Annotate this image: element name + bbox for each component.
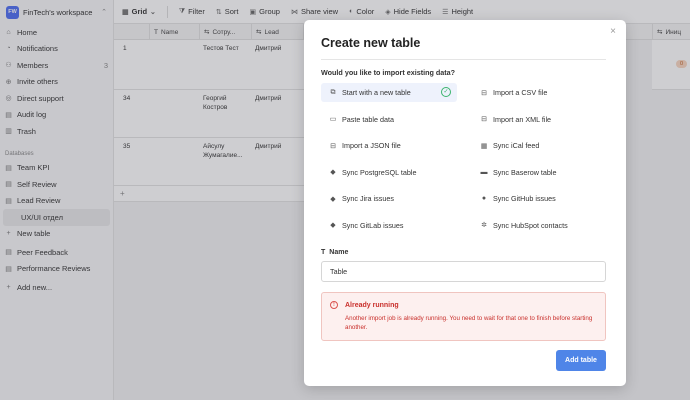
option-import-xml[interactable]: ⊟ Import an XML file [472,110,608,129]
text-field-icon: T [321,249,326,256]
option-import-csv[interactable]: ⊟ Import a CSV file [472,83,608,102]
option-label: Sync Jira issues [342,194,394,203]
option-sync-github[interactable]: ● Sync GitHub issues [472,189,608,208]
paste-icon: ▭ [329,116,337,123]
jira-icon: ◆ [330,195,336,203]
option-label: Import an XML file [493,114,552,124]
modal-title: Create new table [321,36,421,50]
github-icon: ● [481,195,487,202]
option-sync-jira[interactable]: ◆ Sync Jira issues [321,189,457,208]
name-label-text: Name [329,249,349,256]
close-icon[interactable]: × [610,26,616,37]
baserow-icon: ▬ [480,168,488,176]
hubspot-icon: ✲ [481,222,487,229]
option-sync-postgresql[interactable]: ◆ Sync PostgreSQL table [321,163,457,182]
create-table-modal: × Create new table Would you like to imp… [304,20,626,386]
new-table-icon: ⧉ [330,88,336,96]
calendar-icon: ▦ [480,142,488,150]
option-sync-ical[interactable]: ▦ Sync iCal feed [472,136,608,155]
option-sync-gitlab[interactable]: ◆ Sync GitLab issues [321,216,457,235]
option-import-json[interactable]: ⊟ Import a JSON file [321,136,457,155]
add-table-button[interactable]: Add table [556,350,606,371]
xml-icon: ⊟ [481,116,487,123]
option-sync-hubspot[interactable]: ✲ Sync HubSpot contacts [472,216,608,235]
option-label: Start with a new table [342,88,411,97]
postgresql-icon: ◆ [330,169,336,176]
error-alert: ! Already running Another import job is … [321,292,606,341]
import-question: Would you like to import existing data? [321,68,456,77]
option-paste-data[interactable]: ▭ Paste table data [321,110,457,129]
option-sync-baserow[interactable]: ▬ Sync Baserow table [472,163,608,182]
csv-icon: ⊟ [481,89,487,97]
option-new-table[interactable]: ⧉ Start with a new table ✓ [321,83,457,102]
option-label: Sync GitHub issues [493,194,556,203]
option-label: Sync PostgreSQL table [342,167,417,177]
modal-divider [321,59,606,60]
alert-title: Already running [345,302,399,309]
name-field-label: T Name [321,249,348,256]
option-label: Import a CSV file [493,88,548,97]
option-label: Sync iCal feed [493,141,540,150]
alert-message: Another import job is already running. Y… [345,315,593,331]
json-icon: ⊟ [330,142,336,150]
option-label: Paste table data [342,114,394,124]
option-label: Sync HubSpot contacts [493,220,568,230]
alert-icon: ! [330,301,338,309]
check-circle-icon: ✓ [441,87,451,97]
option-label: Import a JSON file [342,141,401,150]
table-name-input[interactable] [321,261,606,282]
gitlab-icon: ◆ [330,222,336,229]
option-label: Sync Baserow table [493,167,557,177]
option-label: Sync GitLab issues [342,220,404,230]
